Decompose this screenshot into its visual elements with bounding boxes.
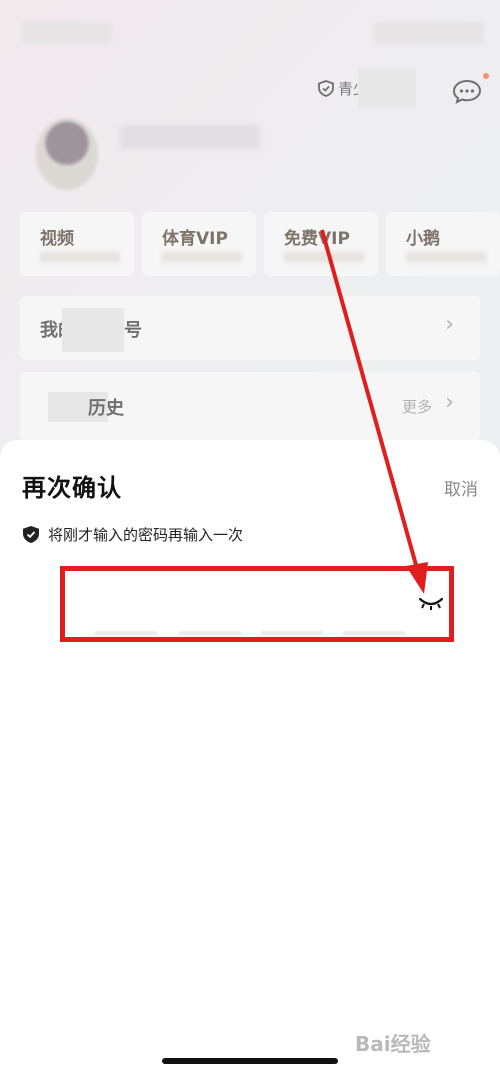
password-input[interactable] xyxy=(60,566,454,642)
hint-row: 将刚才输入的密码再输入一次 xyxy=(22,524,243,545)
confirm-password-sheet: 再次确认 取消 将刚才输入的密码再输入一次 xyxy=(0,440,500,1083)
cancel-button[interactable]: 取消 xyxy=(444,475,478,500)
password-slot xyxy=(179,631,241,635)
password-slot xyxy=(95,631,157,635)
home-indicator xyxy=(162,1058,338,1064)
eye-closed-icon[interactable] xyxy=(417,595,445,613)
hint-text: 将刚才输入的密码再输入一次 xyxy=(48,526,244,544)
shield-icon xyxy=(23,526,39,543)
password-slot xyxy=(261,631,323,635)
watermark: Bai经验 xyxy=(355,1032,431,1056)
password-slot xyxy=(343,631,405,635)
sheet-title: 再次确认 xyxy=(22,474,122,502)
